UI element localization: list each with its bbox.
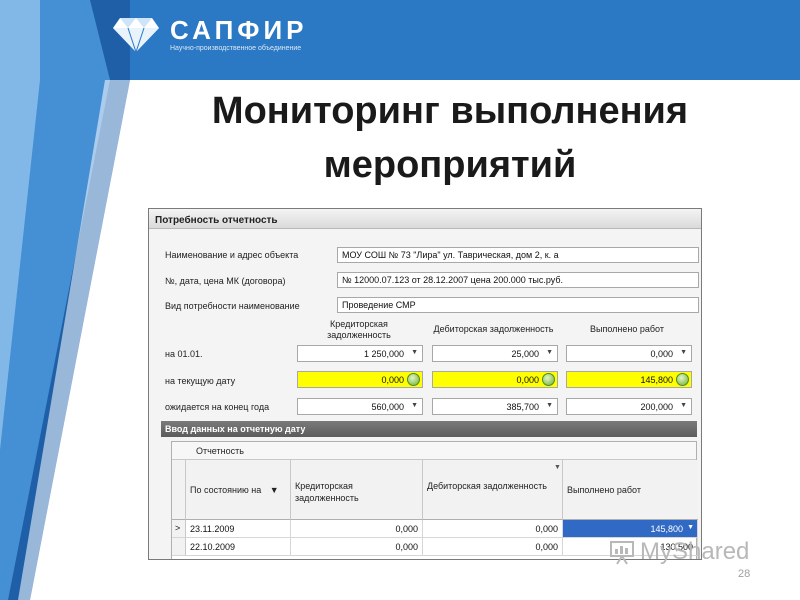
grid-group-header: Отчетность: [172, 442, 696, 460]
summary-value: 0,000: [381, 375, 404, 385]
summary-value: 200,000: [640, 402, 673, 412]
logo-subtitle: Научно-производственное объединение: [170, 44, 302, 52]
watermark: MyShared: [608, 538, 749, 566]
calculate-icon[interactable]: [407, 373, 420, 386]
grid-col-done[interactable]: Выполнено работ: [563, 460, 698, 520]
grid-col-date-label: По состоянию на: [190, 485, 262, 495]
logo: САПФИР Научно-производственное объединен…: [112, 14, 307, 54]
chevron-down-icon[interactable]: ▼: [680, 349, 687, 356]
grid-cell-creditor[interactable]: 0,000: [291, 538, 423, 556]
grid-cell-done-selected[interactable]: 145,800 ▼: [563, 520, 698, 538]
summary-cell-current[interactable]: 145,800: [566, 371, 692, 388]
calculate-icon[interactable]: [542, 373, 555, 386]
grid-col-debtor[interactable]: Дебиторская задолженность: [423, 460, 563, 520]
summary-value: 560,000: [371, 402, 404, 412]
summary-row-label: на текущую дату: [165, 376, 236, 386]
summary-value: 385,700: [506, 402, 539, 412]
contract-field[interactable]: № 12000.07.123 от 28.12.2007 цена 200.00…: [337, 272, 699, 288]
summary-value: 0,000: [650, 349, 673, 359]
summary-col-debtor: Дебиторская задолженность: [433, 324, 554, 334]
object-field[interactable]: МОУ СОШ № 73 "Лира" ул. Таврическая, дом…: [337, 247, 699, 263]
filter-icon[interactable]: ▼: [554, 464, 561, 471]
contract-label: №, дата, цена МК (договора): [165, 276, 286, 286]
summary-value: 145,800: [640, 375, 673, 385]
summary-cell-current[interactable]: 0,000: [432, 371, 558, 388]
object-label: Наименование и адрес объекта: [165, 250, 299, 260]
grid-cell-debtor[interactable]: 0,000: [423, 520, 563, 538]
chevron-down-icon[interactable]: ▼: [411, 402, 418, 409]
summary-cell-current[interactable]: 0,000: [297, 371, 423, 388]
grid-cell-date[interactable]: 23.11.2009: [186, 520, 291, 538]
grid-col-date[interactable]: По состоянию на ▼: [186, 460, 291, 520]
current-row-icon[interactable]: >: [172, 520, 186, 538]
grid-cell-creditor[interactable]: 0,000: [291, 520, 423, 538]
chevron-down-icon[interactable]: ▼: [546, 349, 553, 356]
summary-value: 25,000: [511, 349, 539, 359]
window-title: Потребность отчетность: [149, 209, 701, 229]
summary-row-label: ожидается на конец года: [165, 402, 270, 412]
summary-value: 0,000: [516, 375, 539, 385]
calculate-icon[interactable]: [676, 373, 689, 386]
summary-cell[interactable]: 200,000 ▼: [566, 398, 692, 415]
chevron-down-icon[interactable]: ▼: [687, 524, 694, 531]
input-section-title: Ввод данных на отчетную дату: [161, 421, 697, 437]
row-indicator-header: [172, 460, 186, 520]
summary-cell[interactable]: 385,700 ▼: [432, 398, 558, 415]
page-number: 28: [738, 568, 751, 580]
summary-cell[interactable]: 25,000 ▼: [432, 345, 558, 362]
sapphire-gem-icon: [113, 18, 159, 54]
kind-field[interactable]: Проведение СМР: [337, 297, 699, 313]
summary-cell[interactable]: 0,000 ▼: [566, 345, 692, 362]
report-window: Потребность отчетность Наименование и ад…: [148, 208, 702, 560]
watermark-text: MyShared: [640, 538, 750, 565]
grid-cell-done-value: 145,800: [650, 524, 683, 534]
grid-cell-debtor[interactable]: 0,000: [423, 538, 563, 556]
decorative-stripes: [0, 0, 130, 600]
sort-desc-icon[interactable]: ▼: [270, 485, 279, 495]
chevron-down-icon[interactable]: ▼: [546, 402, 553, 409]
grid-cell-date[interactable]: 22.10.2009: [186, 538, 291, 556]
summary-cell[interactable]: 560,000 ▼: [297, 398, 423, 415]
summary-col-creditor: Кредиторская задолженность: [327, 319, 391, 340]
row-indicator[interactable]: [172, 538, 186, 556]
summary-row-label: на 01.01.: [165, 349, 203, 359]
kind-label: Вид потребности наименование: [165, 301, 300, 311]
summary-cell[interactable]: 1 250,000 ▼: [297, 345, 423, 362]
slide-title: Мониторинг выполнения мероприятий: [211, 90, 689, 186]
presentation-board-icon: [610, 541, 634, 565]
summary-col-done: Выполнено работ: [590, 324, 664, 334]
chevron-down-icon[interactable]: ▼: [411, 349, 418, 356]
grid-col-creditor[interactable]: Кредиторская задолженность: [291, 460, 423, 520]
chevron-down-icon[interactable]: ▼: [680, 402, 687, 409]
logo-name: САПФИР: [170, 14, 308, 45]
summary-value: 1 250,000: [363, 349, 404, 359]
